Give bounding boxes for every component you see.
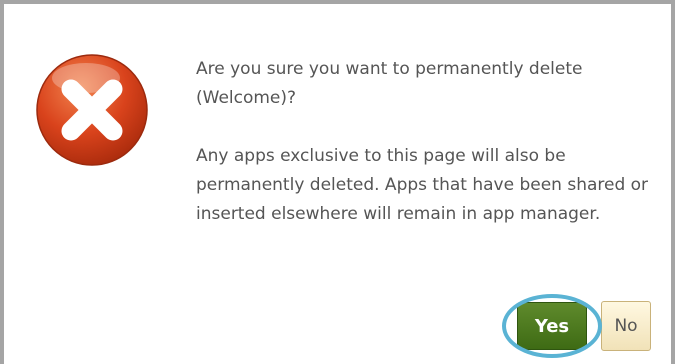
no-button[interactable]: No: [601, 301, 651, 351]
delete-confirmation-dialog: Are you sure you want to permanently del…: [0, 0, 675, 364]
yes-button-label: Yes: [534, 315, 570, 337]
dialog-buttons: Yes No: [502, 294, 651, 358]
dialog-message: Are you sure you want to permanently del…: [196, 55, 656, 229]
confirm-question: Are you sure you want to permanently del…: [196, 59, 583, 108]
no-button-label: No: [614, 316, 638, 336]
yes-button[interactable]: Yes: [502, 294, 602, 358]
error-x-icon: [34, 52, 150, 168]
delete-warning: Any apps exclusive to this page will als…: [196, 146, 649, 224]
